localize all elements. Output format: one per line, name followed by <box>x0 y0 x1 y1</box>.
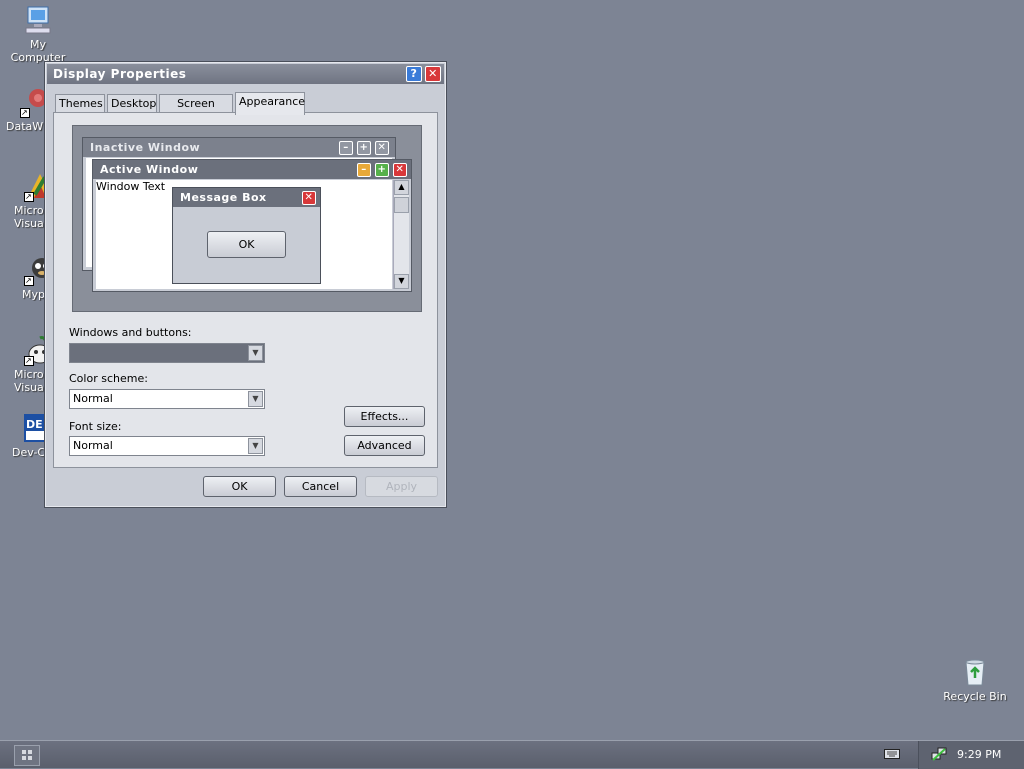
color-scheme-select[interactable]: Normal ▼ <box>69 389 265 409</box>
scroll-thumb <box>394 197 409 213</box>
desktop-icon-label: My <box>29 38 46 51</box>
help-button[interactable]: ? <box>406 66 422 82</box>
preview-active-title: Active Window <box>100 163 199 176</box>
preview-message-titlebar: Message Box ✕ <box>173 188 320 207</box>
window-titlebar[interactable]: Display Properties ? ✕ <box>47 64 444 84</box>
appearance-preview: Inactive Window – + ✕ Active Window – + … <box>72 125 422 312</box>
start-grid-icon <box>22 750 32 760</box>
color-scheme-label: Color scheme: <box>69 372 148 385</box>
keyboard-icon[interactable] <box>884 748 900 760</box>
shortcut-arrow-icon: ↗ <box>20 108 30 118</box>
chevron-down-icon: ▼ <box>248 345 263 361</box>
windows-and-buttons-label: Windows and buttons: <box>69 326 192 339</box>
start-button[interactable] <box>14 745 40 766</box>
tab-desktop[interactable]: Desktop <box>107 94 157 114</box>
apply-button[interactable]: Apply <box>365 476 438 497</box>
maximize-icon: + <box>375 163 389 177</box>
desktop-icon-recycle-bin[interactable]: Recycle Bin <box>940 656 1010 703</box>
cancel-button[interactable]: Cancel <box>284 476 357 497</box>
shortcut-arrow-icon: ↗ <box>24 356 34 366</box>
chevron-down-icon: ▼ <box>248 391 263 407</box>
shortcut-arrow-icon: ↗ <box>24 192 34 202</box>
preview-window-text: Window Text <box>96 180 166 193</box>
preview-message-box: Message Box ✕ OK <box>172 187 321 284</box>
ok-button[interactable]: OK <box>203 476 276 497</box>
taskbar: 9:29 PM <box>0 740 1024 769</box>
system-tray: 9:29 PM <box>918 741 1024 769</box>
close-icon: ✕ <box>302 191 316 205</box>
preview-message-ok-button: OK <box>207 231 286 258</box>
close-icon: ✕ <box>393 163 407 177</box>
chevron-down-icon: ▼ <box>248 438 263 454</box>
preview-active-titlebar: Active Window – + ✕ <box>93 160 411 179</box>
scroll-up-icon: ▲ <box>394 180 409 195</box>
recycle-bin-icon <box>959 656 991 688</box>
computer-icon <box>22 4 54 36</box>
font-size-select[interactable]: Normal ▼ <box>69 436 265 456</box>
appearance-panel: Inactive Window – + ✕ Active Window – + … <box>53 112 438 468</box>
minimize-icon: – <box>339 141 353 155</box>
network-icon[interactable] <box>931 747 947 761</box>
svg-text:DE: DE <box>26 418 43 431</box>
maximize-icon: + <box>357 141 371 155</box>
windows-and-buttons-select[interactable]: ▼ <box>69 343 265 363</box>
preview-message-title: Message Box <box>180 191 267 204</box>
preview-inactive-titlebar: Inactive Window – + ✕ <box>83 138 395 157</box>
scroll-down-icon: ▼ <box>394 274 409 289</box>
clock[interactable]: 9:29 PM <box>957 741 1001 768</box>
display-properties-window[interactable]: Display Properties ? ✕ Themes Desktop Sc… <box>44 61 447 508</box>
close-button[interactable]: ✕ <box>425 66 441 82</box>
tab-themes[interactable]: Themes <box>55 94 105 114</box>
tab-appearance[interactable]: Appearance <box>235 92 305 115</box>
minimize-icon: – <box>357 163 371 177</box>
advanced-button[interactable]: Advanced <box>344 435 425 456</box>
tab-screen-saver[interactable]: Screen Saver <box>159 94 233 128</box>
effects-button[interactable]: Effects... <box>344 406 425 427</box>
font-size-label: Font size: <box>69 420 122 433</box>
shortcut-arrow-icon: ↗ <box>24 276 34 286</box>
window-title: Display Properties <box>53 67 187 81</box>
desktop-icon-my-computer[interactable]: My Computer <box>8 4 68 64</box>
close-icon: ✕ <box>375 141 389 155</box>
preview-inactive-title: Inactive Window <box>90 141 201 154</box>
preview-scrollbar: ▲ ▼ <box>393 180 409 289</box>
desktop-icon-label: Recycle Bin <box>943 690 1007 703</box>
